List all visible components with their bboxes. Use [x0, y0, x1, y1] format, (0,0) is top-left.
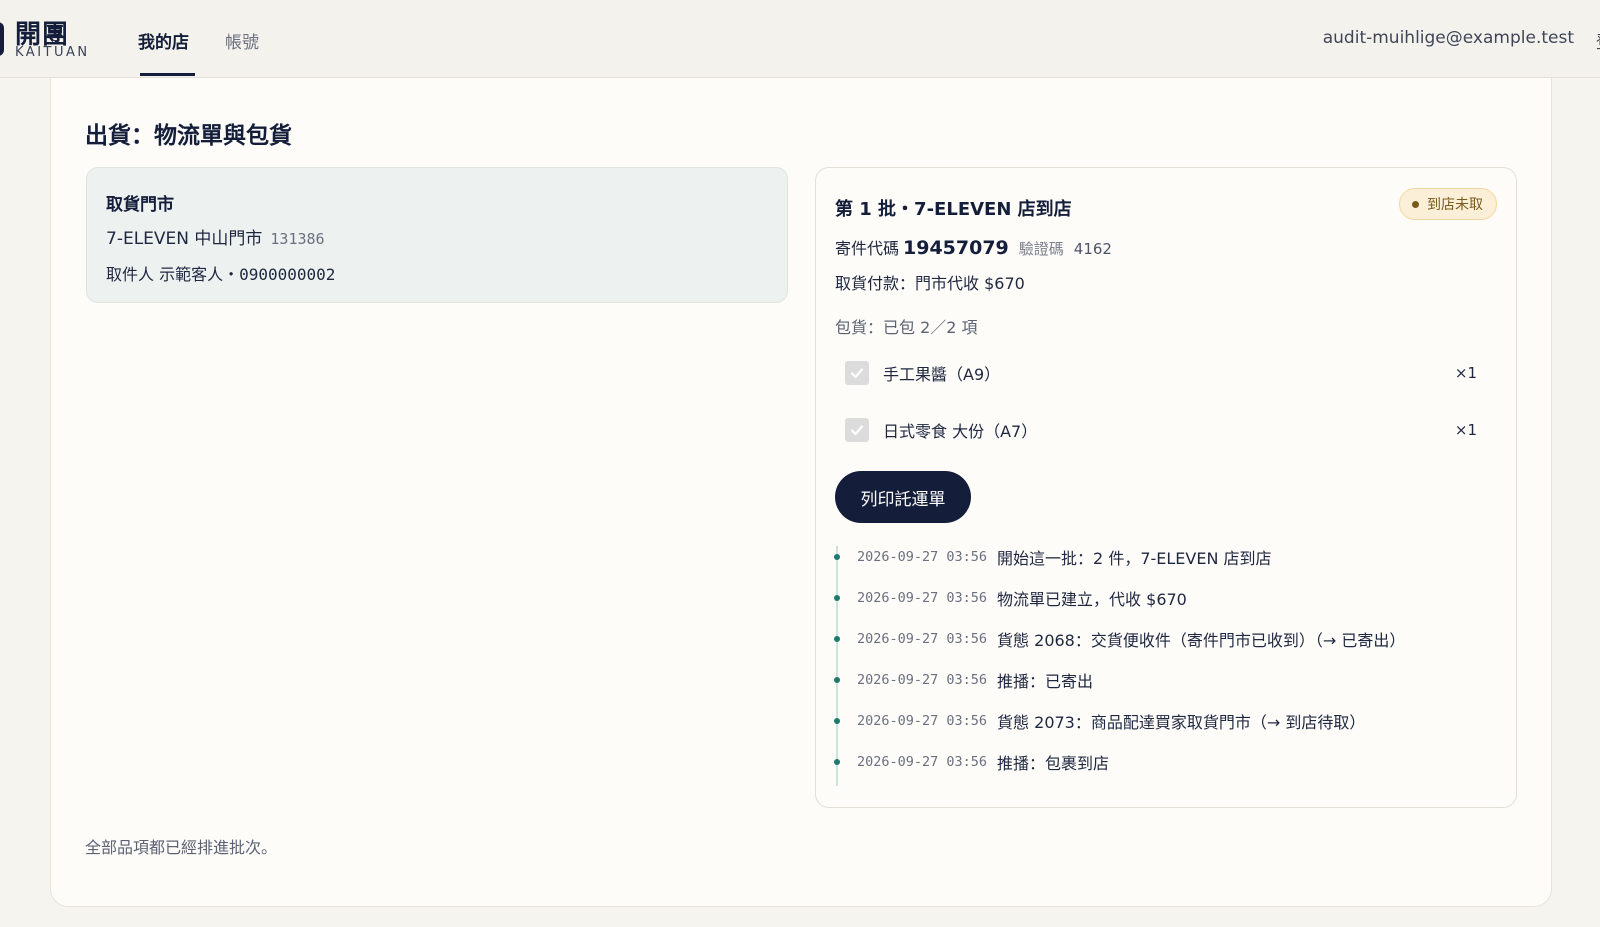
account-email[interactable]: audit-muihlige@example.test [1323, 28, 1574, 48]
tracking-number: 19457079 [903, 237, 1009, 259]
pack-item-checkbox[interactable] [845, 361, 869, 385]
footer-note: 全部品項都已經排進批次。 [85, 838, 278, 857]
timeline-dot-icon [834, 554, 840, 560]
pickup-store-name: 7-ELEVEN 中山門市 [106, 229, 263, 249]
timeline-time: 2026-09-27 03:56 [857, 754, 988, 770]
tracking-line: 寄件代碼 19457079 驗證碼 4162 [835, 235, 1112, 259]
timeline-text: 貨態 2068：交貨便收件（寄件門市已收到）（→ 已寄出） [997, 631, 1406, 650]
status-badge: 到店未取 [1399, 188, 1497, 220]
verify-label: 驗證碼 [1018, 240, 1064, 258]
verify-code: 4162 [1073, 240, 1112, 258]
payment-line: 取貨付款：門市代收 $670 [835, 274, 1025, 293]
timeline-time: 2026-09-27 03:56 [857, 672, 988, 688]
timeline-time: 2026-09-27 03:56 [857, 631, 988, 647]
recipient-phone: 0900000002 [239, 265, 336, 284]
timeline-dot-icon [834, 718, 840, 724]
shipping-panel: 出貨：物流單與包貨 取貨門市 7-ELEVEN 中山門市 131386 取件人 示… [50, 78, 1552, 907]
pickup-heading: 取貨門市 [106, 195, 174, 215]
timeline-time: 2026-09-27 03:56 [857, 549, 988, 565]
timeline-event: 2026-09-27 03:56 物流單已建立，代收 $670 [832, 586, 1187, 610]
status-dot-icon [1412, 200, 1419, 208]
status-badge-label: 到店未取 [1427, 197, 1483, 213]
timeline-dot-icon [834, 677, 840, 683]
print-waybill-button[interactable]: 列印託運單 [835, 471, 971, 523]
tab-account[interactable]: 帳號 [225, 28, 259, 53]
brand-subtitle: KAITUAN [15, 45, 90, 60]
account-menu-overflow[interactable]: 登 [1596, 28, 1600, 50]
timeline-event: 2026-09-27 03:56 推播：已寄出 [832, 668, 1093, 692]
pickup-store-code: 131386 [270, 230, 325, 248]
timeline-time: 2026-09-27 03:56 [857, 590, 988, 606]
top-navigation-bar: 開團 KAITUAN 我的店 帳號 audit-muihlige@example… [0, 0, 1600, 78]
pack-item: 手工果醬（A9） ×1 [845, 359, 1477, 387]
page-title: 出貨：物流單與包貨 [85, 123, 292, 149]
pack-item: 日式零食 大份（A7） ×1 [845, 416, 1477, 444]
timeline-text: 開始這一批：2 件，7-ELEVEN 店到店 [997, 549, 1272, 568]
tracking-label: 寄件代碼 [835, 239, 900, 258]
active-tab-indicator [140, 73, 195, 76]
pack-item-qty: ×1 [1454, 364, 1477, 382]
timeline-event: 2026-09-27 03:56 開始這一批：2 件，7-ELEVEN 店到店 [832, 545, 1272, 569]
batch-card: 第 1 批・7-ELEVEN 店到店 到店未取 寄件代碼 19457079 驗證… [815, 167, 1517, 808]
timeline-dot-icon [834, 636, 840, 642]
tab-my-store[interactable]: 我的店 [138, 28, 189, 53]
pack-item-qty: ×1 [1454, 421, 1477, 439]
timeline-dot-icon [834, 595, 840, 601]
recipient-label: 取件人 示範客人・ [106, 265, 240, 284]
timeline-event: 2026-09-27 03:56 推播：包裹到店 [832, 750, 1109, 774]
check-icon [850, 425, 864, 436]
pack-item-name: 日式零食 大份（A7） [883, 422, 1038, 441]
brand-mark-icon [0, 22, 4, 56]
pack-item-name: 手工果醬（A9） [883, 365, 1001, 384]
packing-summary: 包貨：已包 2／2 項 [835, 318, 978, 337]
timeline-text: 貨態 2073：商品配達買家取貨門市（→ 到店待取） [997, 713, 1366, 732]
batch-title: 第 1 批・7-ELEVEN 店到店 [835, 199, 1072, 220]
pickup-store-card: 取貨門市 7-ELEVEN 中山門市 131386 取件人 示範客人・090000… [86, 167, 788, 303]
timeline-dot-icon [834, 759, 840, 765]
timeline-text: 物流單已建立，代收 $670 [997, 590, 1187, 609]
timeline-text: 推播：包裹到店 [997, 754, 1110, 773]
pickup-store-line: 7-ELEVEN 中山門市 131386 [106, 224, 325, 249]
check-icon [850, 368, 864, 379]
timeline-event: 2026-09-27 03:56 貨態 2068：交貨便收件（寄件門市已收到）（… [832, 627, 1405, 651]
timeline-event: 2026-09-27 03:56 貨態 2073：商品配達買家取貨門市（→ 到店… [832, 709, 1365, 733]
pack-item-checkbox[interactable] [845, 418, 869, 442]
timeline-time: 2026-09-27 03:56 [857, 713, 988, 729]
pickup-recipient-line: 取件人 示範客人・0900000002 [106, 261, 335, 285]
timeline-text: 推播：已寄出 [997, 672, 1094, 691]
